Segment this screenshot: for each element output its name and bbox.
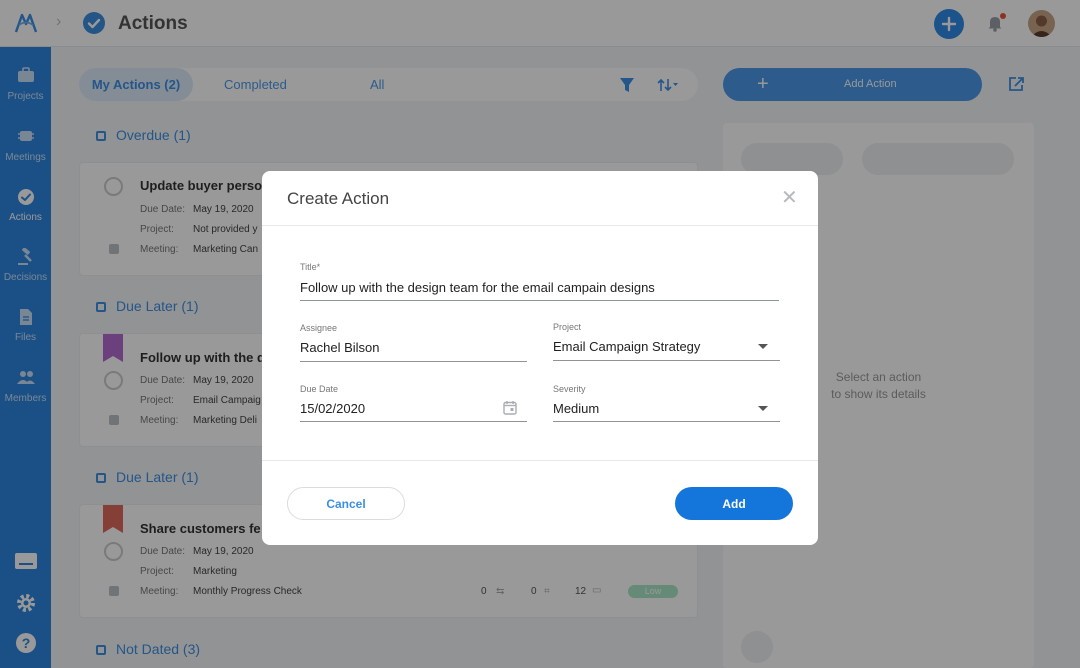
calendar-icon[interactable] <box>503 400 517 420</box>
close-icon[interactable]: ✕ <box>781 188 798 208</box>
title-input[interactable]: Follow up with the design team for the e… <box>300 280 655 295</box>
chevron-down-icon[interactable] <box>758 344 768 349</box>
project-select[interactable]: Email Campaign Strategy <box>553 339 700 354</box>
due-date-label: Due Date <box>300 384 339 394</box>
due-date-underline <box>300 421 527 422</box>
assignee-field[interactable]: Rachel Bilson <box>300 340 380 355</box>
severity-select[interactable]: Medium <box>553 401 599 416</box>
project-label: Project <box>553 322 582 332</box>
title-label: Title* <box>300 262 321 272</box>
due-date-field[interactable]: 15/02/2020 <box>300 401 365 416</box>
title-underline <box>300 300 779 301</box>
divider <box>262 225 818 226</box>
project-underline <box>553 360 780 361</box>
dialog-title: Create Action <box>287 189 390 208</box>
create-action-dialog: Create Action ✕ Title* Follow up with th… <box>262 171 818 545</box>
chevron-down-icon[interactable] <box>758 406 768 411</box>
cancel-button[interactable]: Cancel <box>287 487 405 520</box>
severity-underline <box>553 421 780 422</box>
severity-label: Severity <box>553 384 586 394</box>
divider <box>262 460 818 461</box>
assignee-underline <box>300 361 527 362</box>
add-button[interactable]: Add <box>675 487 793 520</box>
assignee-label: Assignee <box>300 323 338 333</box>
